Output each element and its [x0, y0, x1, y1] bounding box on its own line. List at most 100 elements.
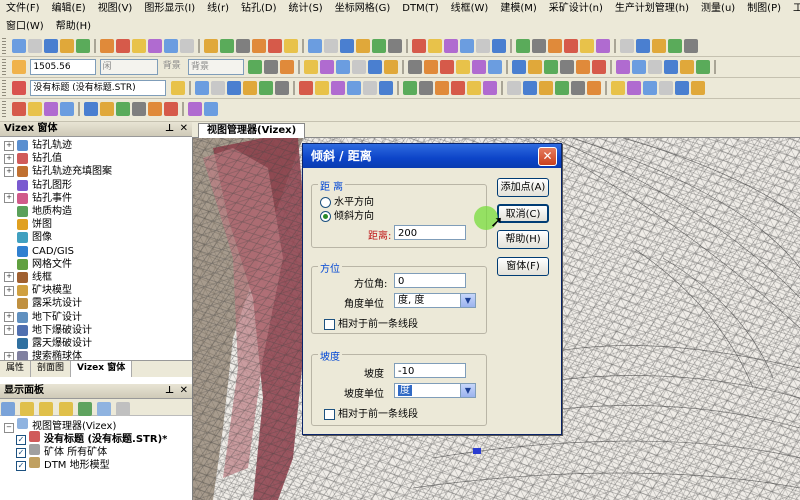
toolbar-button-icon[interactable] — [340, 39, 355, 53]
chevron-down-icon[interactable]: ▼ — [460, 294, 475, 307]
toolbar-button-icon[interactable] — [298, 81, 313, 95]
toolbar-button-icon[interactable] — [12, 102, 27, 116]
toolbar-button-icon[interactable] — [100, 39, 115, 53]
inclined-option[interactable]: 倾斜方向 — [320, 207, 374, 222]
close-icon[interactable]: ✕ — [180, 384, 188, 398]
toolbar-button-icon[interactable] — [220, 39, 235, 53]
toolbar-button-icon[interactable] — [674, 81, 689, 95]
menu-item[interactable]: 制图(P) — [741, 0, 787, 17]
toolbar-button-icon[interactable] — [314, 81, 329, 95]
save-icon[interactable] — [77, 402, 92, 416]
toolbar-button-icon[interactable] — [368, 60, 383, 74]
toolbar-button-icon[interactable] — [632, 60, 647, 74]
toolbar-button-icon[interactable] — [488, 60, 503, 74]
menu-item[interactable]: 线框(W) — [445, 0, 495, 17]
menu-item[interactable]: 建模(M) — [494, 0, 542, 17]
menu-item[interactable]: 钻孔(D) — [235, 0, 283, 17]
tree-item[interactable]: + 钻孔事件 — [4, 192, 192, 205]
toolbar-button-icon[interactable] — [170, 81, 185, 95]
toolbar-button-icon[interactable] — [456, 60, 471, 74]
toolbar-button-icon[interactable] — [28, 102, 43, 116]
menu-item[interactable]: 帮助(H) — [50, 18, 97, 35]
expand-icon[interactable]: + — [4, 153, 14, 164]
menu-item[interactable]: 文件(F) — [0, 0, 46, 17]
toolbar-button-icon[interactable] — [412, 39, 427, 53]
toolbar-button-icon[interactable] — [476, 39, 491, 53]
toolbar-button-icon[interactable] — [580, 39, 595, 53]
menu-item[interactable]: 测量(u) — [695, 0, 741, 17]
tree-item[interactable]: + 钻孔轨迹充填图案 — [4, 165, 192, 178]
toolbar-button-icon[interactable] — [636, 39, 651, 53]
slope-relative-checkbox[interactable] — [324, 408, 335, 420]
toolbar-button-icon[interactable] — [242, 81, 257, 95]
toolbar-button-icon[interactable] — [472, 60, 487, 74]
menu-item[interactable]: 线(r) — [201, 0, 235, 17]
toolbar-button-icon[interactable] — [116, 39, 131, 53]
toolbar-button-icon[interactable] — [356, 39, 371, 53]
toolbar-button-icon[interactable] — [548, 39, 563, 53]
toolbar-button-icon[interactable] — [684, 39, 699, 53]
toolbar-button-icon[interactable] — [44, 102, 59, 116]
bearing-relative-option[interactable]: 相对于前一条线段 — [324, 315, 418, 330]
toolbar-grip[interactable] — [2, 80, 6, 96]
toolbar-button-icon[interactable] — [264, 60, 279, 74]
add-point-button[interactable]: 添加点(A) — [497, 178, 549, 197]
toolbar-button-icon[interactable] — [460, 39, 475, 53]
toolbar-button-icon[interactable] — [60, 39, 75, 53]
toolbar-button-icon[interactable] — [690, 81, 705, 95]
close-button[interactable]: ✕ — [538, 147, 557, 166]
toolbar-button-icon[interactable] — [352, 60, 367, 74]
toolbar-button-icon[interactable] — [76, 39, 91, 53]
toolbar-button-icon[interactable] — [28, 39, 43, 53]
toolbar-button-icon[interactable] — [408, 60, 423, 74]
toolbar-button-icon[interactable] — [330, 81, 345, 95]
expand-icon[interactable]: + — [4, 285, 14, 296]
toolbar-button-icon[interactable] — [60, 102, 75, 116]
toolbar-button-icon[interactable] — [274, 81, 289, 95]
chevron-down-icon[interactable]: ▼ — [460, 384, 475, 397]
toolbar-button-icon[interactable] — [324, 39, 339, 53]
toolbar-button-icon[interactable] — [164, 39, 179, 53]
toolbar-button-icon[interactable] — [642, 81, 657, 95]
toolbar-button-icon[interactable] — [576, 60, 591, 74]
toolbar-button-icon[interactable] — [466, 81, 481, 95]
toolbar-button-icon[interactable] — [194, 81, 209, 95]
toolbar-button-icon[interactable] — [586, 81, 601, 95]
toolbar-button-icon[interactable] — [384, 60, 399, 74]
panel-tab[interactable]: Vizex 窗体 — [71, 361, 133, 377]
tree-item[interactable]: + 地下爆破设计 — [4, 324, 192, 337]
tree-item[interactable]: 网格文件 — [4, 258, 192, 271]
toolbar-button-icon[interactable] — [620, 39, 635, 53]
tree-item[interactable]: 露天爆破设计 — [4, 337, 192, 350]
menu-item[interactable]: 图形显示(I) — [138, 0, 201, 17]
title-combo[interactable]: 没有标题 (没有标题.STR) — [30, 80, 167, 96]
distance-input[interactable]: 200 — [394, 225, 466, 240]
bearing-relative-checkbox[interactable] — [324, 318, 335, 330]
toolbar-button-icon[interactable] — [528, 60, 543, 74]
toolbar-button-icon[interactable] — [516, 39, 531, 53]
slope-input[interactable]: -10 — [394, 363, 466, 378]
toolbar-button-icon[interactable] — [616, 60, 631, 74]
toolbar-button-icon[interactable] — [336, 60, 351, 74]
tree-item[interactable]: + 钻孔轨迹 — [4, 139, 192, 152]
window-button[interactable]: 窗体(F) — [497, 257, 549, 276]
toolbar-button-icon[interactable] — [258, 81, 273, 95]
toolbar-button-icon[interactable] — [668, 39, 683, 53]
toolbar-button-icon[interactable] — [482, 81, 497, 95]
toolbar-grip[interactable] — [2, 101, 6, 117]
expand-icon[interactable]: + — [4, 140, 14, 151]
tree-item[interactable]: + 矿块模型 — [4, 284, 192, 297]
toolbar-button-icon[interactable] — [362, 81, 377, 95]
toolbar-grip[interactable] — [2, 38, 6, 54]
toolbar-button-icon[interactable] — [12, 39, 27, 53]
display-item[interactable]: ✓ 没有标题 (没有标题.STR)* — [4, 431, 192, 445]
toolbar-button-icon[interactable] — [320, 60, 335, 74]
toolbar-button-icon[interactable] — [132, 39, 147, 53]
toolbar-button-icon[interactable] — [236, 39, 251, 53]
toolbar-button-icon[interactable] — [132, 102, 147, 116]
toolbar-button-icon[interactable] — [664, 60, 679, 74]
toolbar-button-icon[interactable] — [512, 60, 527, 74]
toolbar-button-icon[interactable] — [148, 39, 163, 53]
toolbar-button-icon[interactable] — [204, 102, 219, 116]
tree-item[interactable]: 露采坑设计 — [4, 297, 192, 310]
